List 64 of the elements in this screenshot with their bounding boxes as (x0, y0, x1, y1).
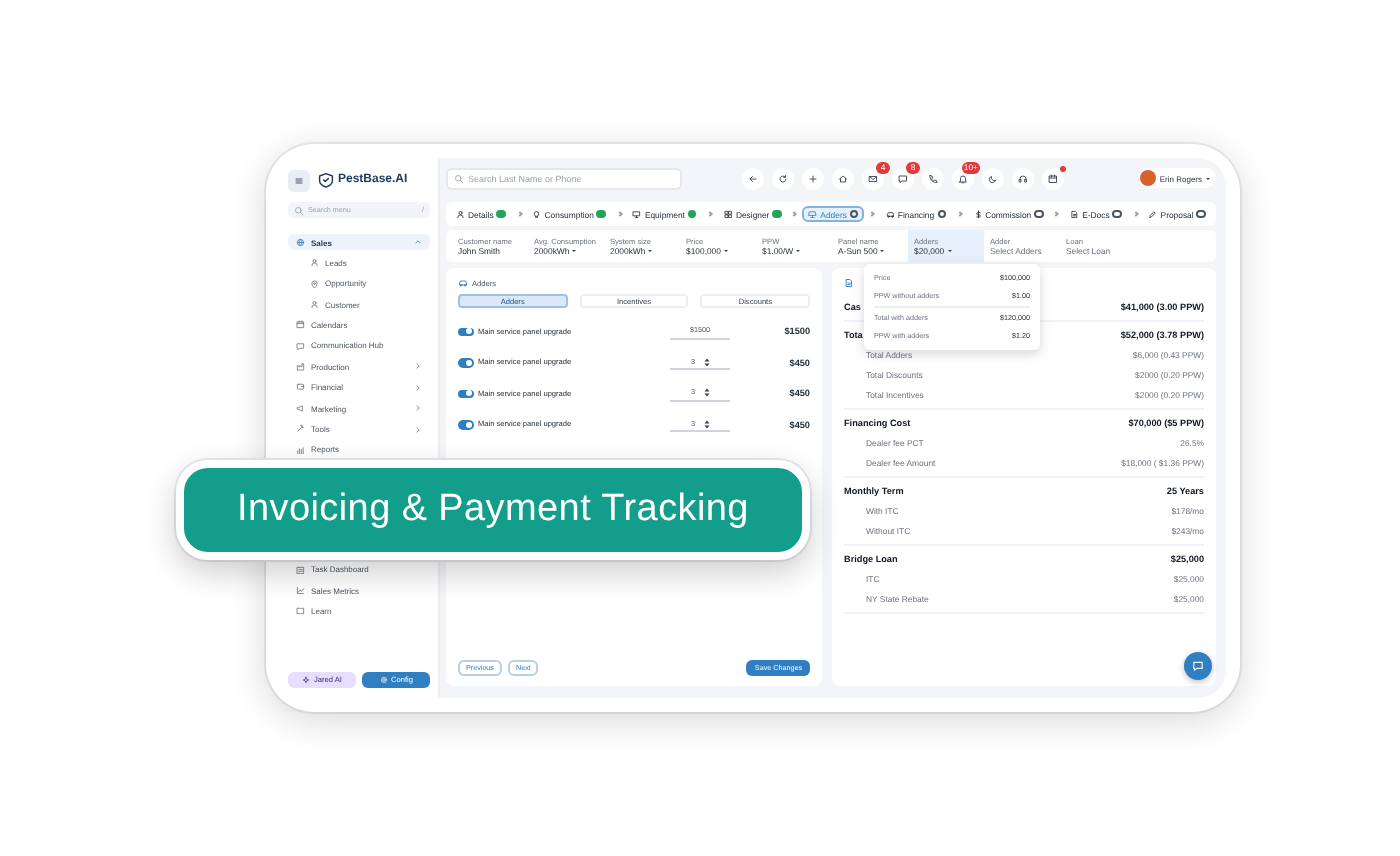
pen-icon (1148, 209, 1158, 219)
document-icon (1070, 209, 1080, 219)
shield-icon (318, 172, 334, 188)
car-icon (458, 278, 468, 288)
list-icon (296, 565, 305, 575)
chevron-right-icon (414, 362, 422, 371)
gear-icon (379, 676, 387, 684)
plus-icon (808, 173, 818, 183)
headset-icon (1018, 173, 1028, 183)
chat-icon (1192, 660, 1204, 672)
toolbar-button[interactable] (1012, 167, 1034, 189)
feature-banner: Invoicing & Payment Tracking (176, 460, 810, 560)
toolbar-button[interactable] (772, 167, 794, 189)
phone-icon (928, 173, 938, 183)
refresh-icon (778, 173, 788, 183)
monitor-icon (632, 209, 642, 219)
chevron-right-icon (414, 383, 422, 392)
megaphone-icon (296, 403, 305, 413)
back-arrow-icon (748, 173, 758, 183)
stepper-arrows-icon[interactable] (703, 419, 709, 428)
stepper-arrows-icon[interactable] (703, 357, 709, 366)
user-icon (310, 258, 319, 268)
toggle-switch[interactable] (458, 420, 474, 429)
search-icon (294, 205, 304, 215)
chevron-up-icon (414, 238, 422, 246)
globe-icon (296, 237, 305, 247)
wallet-icon (296, 382, 305, 392)
mail-icon (868, 173, 878, 183)
bulb-icon (532, 209, 542, 219)
toolbar-button[interactable] (832, 167, 854, 189)
toolbar-button[interactable] (982, 167, 1004, 189)
factory-icon (296, 362, 305, 372)
home-icon (838, 173, 848, 183)
stepper-arrows-icon[interactable] (703, 388, 709, 397)
avatar (1139, 170, 1156, 186)
solar-panel-icon (808, 209, 818, 219)
notification-dot (1059, 165, 1066, 172)
toggle-switch[interactable] (458, 389, 474, 398)
bell-icon (958, 173, 968, 183)
chat-icon (898, 173, 908, 183)
line-chart-icon (296, 585, 305, 595)
moon-icon (988, 173, 998, 183)
search-icon (454, 173, 464, 183)
document-icon (844, 278, 854, 288)
toggle-switch[interactable] (458, 358, 474, 367)
menu-button[interactable] (288, 169, 310, 191)
tools-icon (296, 424, 305, 434)
chevron-right-icon (414, 404, 422, 413)
grid-icon (723, 209, 733, 219)
user-icon (310, 299, 319, 309)
chat-icon (296, 341, 305, 351)
calendar-icon (296, 320, 305, 330)
car-icon (885, 209, 895, 219)
calendar-icon (1048, 173, 1058, 183)
sparkle-icon (302, 676, 311, 684)
location-pin-icon (310, 279, 319, 289)
toggle-switch[interactable] (458, 327, 474, 336)
bar-chart-icon (296, 445, 305, 455)
dollar-icon (973, 209, 983, 219)
toolbar-button[interactable] (922, 167, 944, 189)
toolbar-button[interactable] (1042, 167, 1064, 189)
user-icon (456, 209, 465, 219)
chevron-right-icon (414, 425, 422, 434)
chat-button[interactable] (1184, 652, 1212, 680)
